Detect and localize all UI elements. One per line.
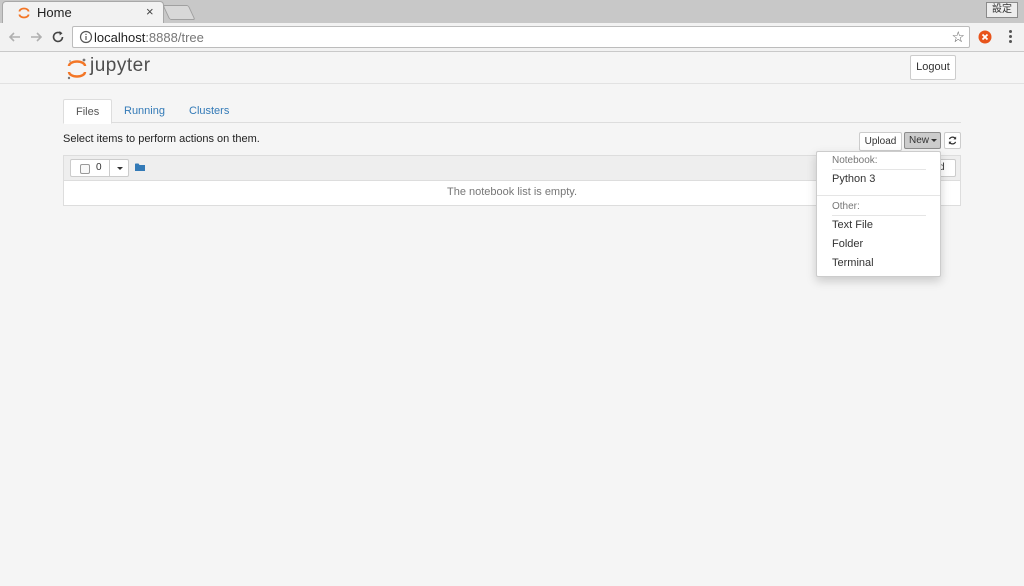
folder-icon[interactable] bbox=[135, 163, 145, 171]
refresh-icon[interactable] bbox=[944, 132, 961, 149]
other-section-header: Other: bbox=[832, 201, 860, 212]
jupyter-page: jupyter Logout Files Running Clusters Se… bbox=[0, 53, 1024, 586]
jupyter-logo-text[interactable]: jupyter bbox=[90, 55, 151, 77]
jupyter-logo-icon[interactable] bbox=[66, 57, 88, 81]
select-divider bbox=[109, 160, 110, 176]
menu-divider bbox=[832, 169, 926, 170]
caret-down-icon bbox=[117, 167, 123, 170]
new-dropdown-menu: Notebook: Python 3 Other: Text File Fold… bbox=[816, 151, 941, 277]
upload-button[interactable]: Upload bbox=[859, 132, 902, 151]
jupyter-favicon bbox=[18, 7, 30, 19]
new-dropdown-button[interactable]: New bbox=[904, 132, 941, 149]
corner-badge[interactable]: 設定 bbox=[986, 2, 1018, 18]
menu-divider bbox=[817, 195, 940, 196]
new-button-label: New bbox=[909, 135, 930, 146]
url-path: :8888/tree bbox=[145, 30, 204, 45]
url-host: localhost bbox=[94, 30, 146, 45]
logout-button[interactable]: Logout bbox=[910, 55, 956, 80]
tab-running[interactable]: Running bbox=[112, 99, 177, 123]
reload-icon[interactable] bbox=[50, 29, 66, 45]
menu-item-terminal[interactable]: Terminal bbox=[832, 257, 874, 269]
forward-arrow-icon[interactable] bbox=[28, 29, 44, 45]
selection-hint: Select items to perform actions on them. bbox=[63, 133, 260, 145]
select-all-group: 0 bbox=[70, 159, 129, 177]
browser-tab-title: Home bbox=[37, 5, 72, 20]
browser-tabstrip: Home × 設定 bbox=[0, 0, 1024, 23]
menu-item-python3[interactable]: Python 3 bbox=[832, 173, 875, 185]
back-arrow-icon[interactable] bbox=[7, 29, 23, 45]
menu-divider bbox=[832, 215, 926, 216]
browser-tab-home[interactable]: Home × bbox=[2, 1, 164, 23]
new-tab-button[interactable] bbox=[162, 5, 196, 20]
select-all-checkbox[interactable] bbox=[80, 164, 90, 174]
browser-toolbar: localhost:8888/tree ☆ bbox=[0, 23, 1024, 52]
menu-dots-icon[interactable] bbox=[1004, 28, 1016, 46]
address-bar[interactable]: localhost:8888/tree ☆ bbox=[72, 26, 970, 48]
menu-item-text-file[interactable]: Text File bbox=[832, 219, 873, 231]
caret-down-icon bbox=[931, 138, 938, 142]
close-tab-icon[interactable]: × bbox=[146, 4, 154, 19]
notebook-section-header: Notebook: bbox=[832, 155, 878, 166]
tab-clusters[interactable]: Clusters bbox=[177, 99, 241, 123]
tab-files[interactable]: Files bbox=[63, 99, 113, 124]
jupyter-header: jupyter Logout bbox=[0, 53, 1024, 84]
select-menu-button[interactable] bbox=[113, 160, 127, 176]
url-text: localhost:8888/tree bbox=[94, 30, 204, 45]
main-tabs: Files Running Clusters bbox=[63, 99, 961, 124]
menu-item-folder[interactable]: Folder bbox=[832, 238, 863, 250]
info-icon[interactable] bbox=[79, 30, 93, 44]
extension-icon[interactable] bbox=[978, 30, 992, 44]
selected-count: 0 bbox=[96, 162, 102, 173]
star-icon[interactable]: ☆ bbox=[952, 28, 965, 46]
